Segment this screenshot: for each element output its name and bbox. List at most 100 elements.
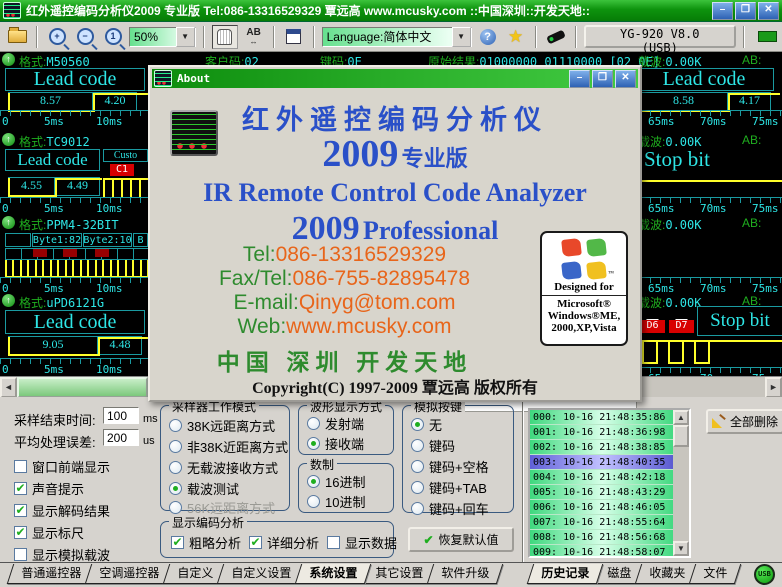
radio-icon: [411, 418, 424, 431]
signal-name: Lead code: [34, 311, 117, 334]
restore-defaults-button[interactable]: 恢复默认值: [408, 527, 514, 552]
zoom-level-value: 50%: [134, 30, 158, 44]
signal-name: Stop bit: [644, 147, 710, 172]
radio-keycode-enter[interactable]: 键码+回车: [411, 499, 489, 518]
sample-time-input[interactable]: [103, 407, 139, 424]
radio-dec[interactable]: 10进制: [307, 492, 365, 511]
radio-transmit-end[interactable]: 发射端: [307, 414, 364, 433]
pulse-train: [5, 260, 148, 278]
minimize-button[interactable]: [712, 2, 733, 20]
zoom-reset-button[interactable]: 1: [101, 26, 125, 48]
pan-tool-button[interactable]: [212, 25, 238, 49]
time-axis: [0, 197, 148, 203]
settings-panel: 采样结束时间: ms 平均处理误差: us 窗口前端显示 声音提示 显示解码结果…: [0, 397, 782, 562]
ab-r3: AB:: [742, 216, 761, 230]
dialog-maximize-button[interactable]: [592, 70, 613, 88]
checkbox-show-data[interactable]: 显示数据: [327, 533, 397, 552]
scroll-right-button[interactable]: ►: [765, 377, 782, 398]
history-row[interactable]: 005: 10-16 21:48:43:29: [530, 485, 675, 500]
scrollbar-thumb[interactable]: [673, 425, 689, 447]
history-row[interactable]: 009: 10-16 21:48:58:07: [530, 545, 675, 558]
zoom-1-icon: 1: [105, 28, 122, 45]
remote-button[interactable]: [544, 26, 568, 48]
close-button[interactable]: [758, 2, 779, 20]
tab-other-settings[interactable]: 其它设置: [361, 564, 438, 584]
up-arrow-icon[interactable]: [2, 133, 15, 146]
about-dialog-titlebar: About: [152, 69, 638, 88]
radio-hex[interactable]: 16进制: [307, 472, 365, 491]
radio-non38k-near[interactable]: 非38K近距离方式: [169, 437, 288, 456]
help-button[interactable]: [476, 26, 500, 48]
measure-ab-button[interactable]: AB↔: [242, 26, 266, 48]
scroll-down-button[interactable]: ▼: [673, 541, 689, 556]
tab-history[interactable]: 历史记录: [527, 564, 604, 584]
dropdown-arrow-icon[interactable]: [176, 27, 195, 47]
checkbox-front-window[interactable]: 窗口前端显示: [14, 457, 110, 476]
history-row[interactable]: 007: 10-16 21:48:55:64: [530, 515, 675, 530]
history-row[interactable]: 002: 10-16 21:48:38:85: [530, 440, 675, 455]
tab-custom-settings[interactable]: 自定义设置: [217, 564, 306, 584]
radio-38k-far[interactable]: 38K远距离方式: [169, 416, 275, 435]
checkbox-sim-carrier[interactable]: 显示模拟载波: [14, 545, 110, 562]
tab-files[interactable]: 文件: [689, 564, 742, 584]
maximize-button[interactable]: [735, 2, 756, 20]
favorites-button[interactable]: [504, 26, 528, 48]
window-title: 红外遥控编码分析仪2009 专业版 Tel:086-13316529329 覃远…: [26, 2, 590, 19]
tab-normal-remote[interactable]: 普通遥控器: [7, 564, 96, 584]
radio-keycode-tab[interactable]: 键码+TAB: [411, 478, 487, 497]
history-row[interactable]: 001: 10-16 21:48:36:98: [530, 425, 675, 440]
checkbox-detail-analysis[interactable]: 详细分析: [249, 533, 319, 552]
up-arrow-icon[interactable]: [2, 53, 15, 66]
notes-button[interactable]: [282, 26, 306, 48]
windows-flag-icon: ™: [562, 239, 606, 279]
waveform-low-segment: [8, 337, 100, 356]
history-list[interactable]: 000: 10-16 21:48:35:86 001: 10-16 21:48:…: [528, 408, 691, 558]
radio-receive-end[interactable]: 接收端: [307, 434, 364, 453]
open-folder-icon: [8, 30, 27, 43]
checkbox-decode-result[interactable]: 显示解码结果: [14, 501, 110, 520]
remote-control-icon: [546, 29, 566, 44]
error-input[interactable]: [103, 429, 139, 446]
delete-all-button[interactable]: 全部删除: [706, 409, 782, 434]
scroll-up-button[interactable]: ▲: [673, 410, 689, 425]
history-row-selected[interactable]: 003: 10-16 21:48:40:35: [530, 455, 675, 470]
tab-software-upgrade[interactable]: 软件升级: [427, 564, 504, 584]
up-arrow-icon[interactable]: [2, 294, 15, 307]
language-select[interactable]: Language:简体中文: [322, 27, 472, 47]
checkbox-sound[interactable]: 声音提示: [14, 479, 84, 498]
tick-label: 75ms: [752, 115, 779, 128]
up-arrow-icon[interactable]: [2, 216, 15, 229]
dialog-close-button[interactable]: [615, 70, 636, 88]
radio-none[interactable]: 无: [411, 415, 442, 434]
open-file-button[interactable]: [5, 26, 29, 48]
ab-r2: AB:: [742, 133, 761, 147]
dropdown-arrow-icon[interactable]: [452, 27, 471, 47]
history-row[interactable]: 006: 10-16 21:48:46:05: [530, 500, 675, 515]
zoom-in-button[interactable]: +: [45, 26, 69, 48]
checkbox-ruler[interactable]: 显示标尺: [14, 523, 84, 542]
scroll-left-button[interactable]: ◄: [0, 377, 17, 398]
dialog-minimize-button[interactable]: [569, 70, 590, 88]
zoom-level-select[interactable]: 50%: [129, 27, 196, 47]
radio-keycode-space[interactable]: 键码+空格: [411, 457, 489, 476]
scrollbar-thumb[interactable]: [17, 377, 148, 398]
signal-name: Lead code: [34, 68, 117, 91]
trademark-symbol: ™: [608, 271, 614, 277]
history-row[interactable]: 000: 10-16 21:48:35:86: [530, 410, 675, 425]
waveform-low-segment: [8, 178, 57, 197]
radio-keycode[interactable]: 键码: [411, 436, 455, 455]
history-row[interactable]: 004: 10-16 21:48:42:18: [530, 470, 675, 485]
history-scrollbar[interactable]: ▲ ▼: [673, 410, 689, 556]
checkbox-rough-analysis[interactable]: 粗略分析: [171, 533, 241, 552]
tab-system-settings[interactable]: 系统设置: [295, 564, 372, 584]
toolbar-separator: [273, 26, 275, 48]
toolbar-separator: [36, 26, 38, 48]
radio-carrier-test[interactable]: 载波测试: [169, 479, 239, 498]
history-row[interactable]: 008: 10-16 21:48:56:68: [530, 530, 675, 545]
carrier-r3: 载波:0.00K: [638, 216, 701, 233]
device-model-button[interactable]: YG-920 V8.0 (USB): [584, 25, 736, 48]
tab-ac-remote[interactable]: 空调遥控器: [85, 564, 174, 584]
time-axis: [0, 110, 148, 116]
zoom-out-button[interactable]: −: [73, 26, 97, 48]
radio-no-carrier[interactable]: 无载波接收方式: [169, 458, 278, 477]
